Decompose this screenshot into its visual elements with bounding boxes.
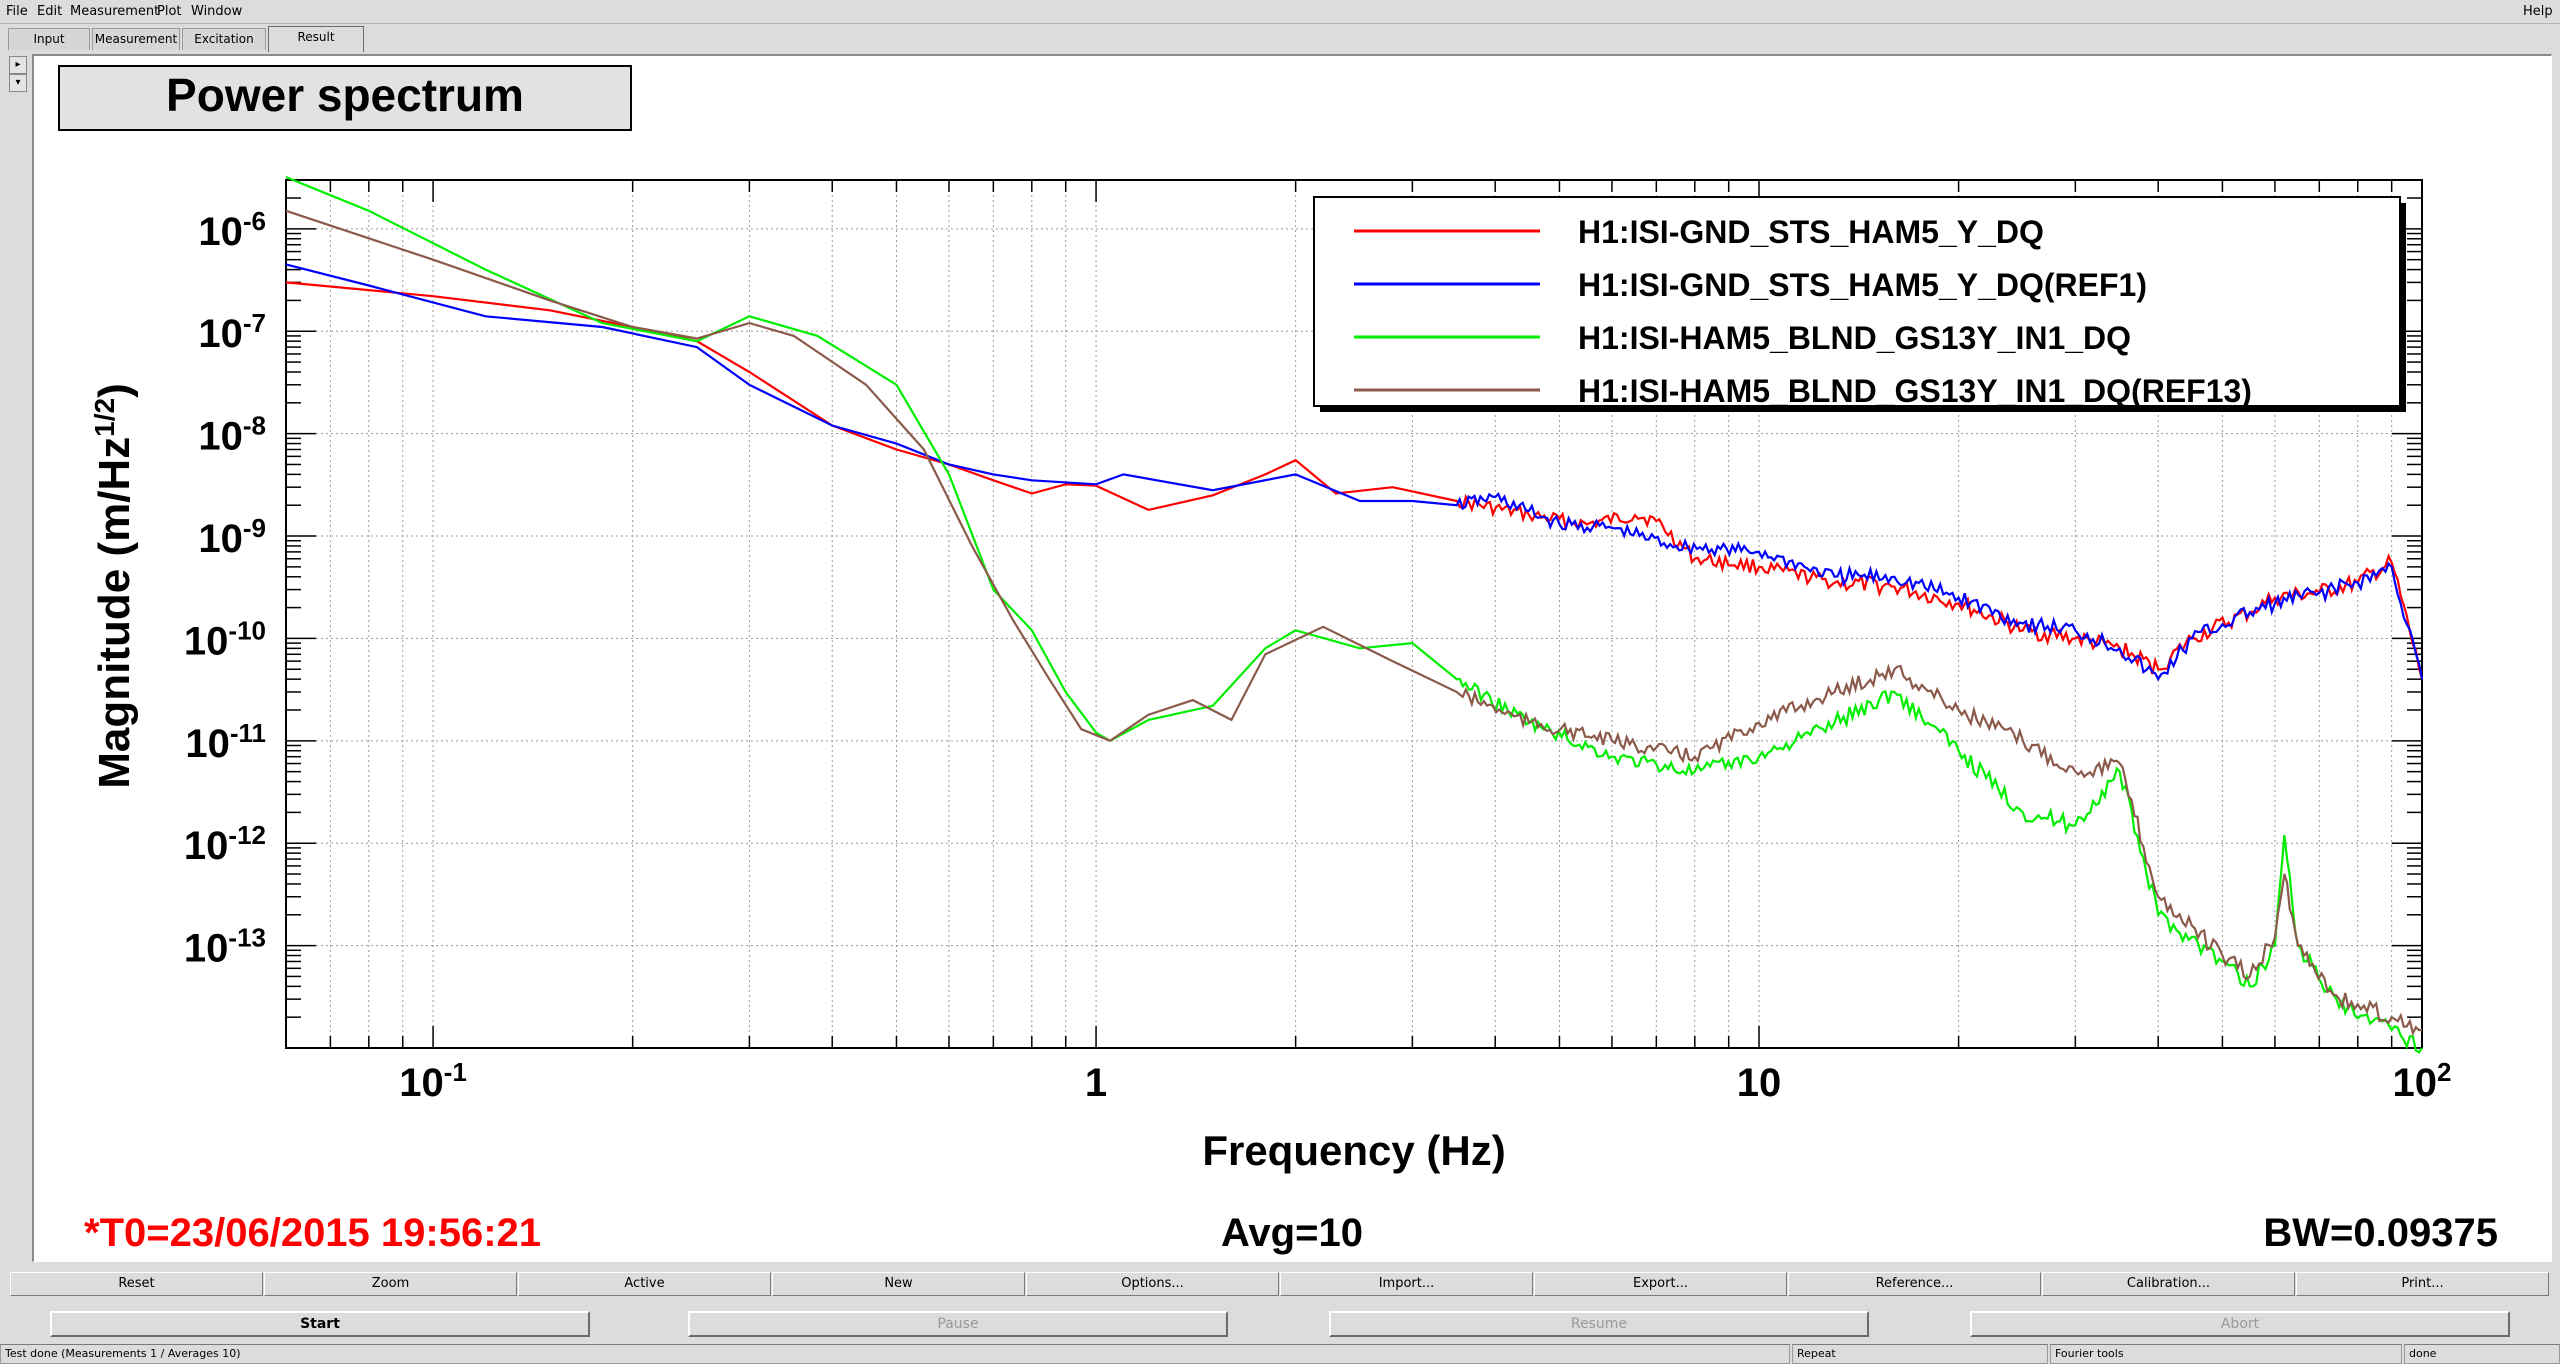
y-tick-label: 10-7 bbox=[198, 308, 266, 356]
legend-label-3: H1:ISI-HAM5_BLND_GS13Y_IN1_DQ bbox=[1578, 320, 2131, 356]
legend-label-4: H1:ISI-HAM5_BLND_GS13Y_IN1_DQ(REF13) bbox=[1578, 373, 2252, 409]
menu-help[interactable]: Help bbox=[2523, 4, 2553, 19]
y-tick-label: 10-12 bbox=[184, 820, 266, 868]
collapse-arrow-icon[interactable]: ▾ bbox=[9, 74, 27, 92]
y-tick-label: 10-13 bbox=[184, 923, 266, 971]
tab-bar: Input Measurement Excitation Result bbox=[0, 26, 2560, 52]
x-tick-label: 10 bbox=[1737, 1061, 1782, 1105]
plot-title: Power spectrum bbox=[166, 69, 524, 121]
plot-canvas[interactable]: Power spectrum 10-1 1 10 102 10-13 10-12 10-11… bbox=[32, 54, 2552, 1262]
abort-button[interactable]: Abort bbox=[1970, 1311, 2510, 1337]
avg-label: Avg=10 bbox=[1221, 1211, 1363, 1255]
tab-excitation[interactable]: Excitation bbox=[182, 28, 266, 50]
status-message: Test done (Measurements 1 / Averages 10) bbox=[0, 1344, 1790, 1364]
calibration-button[interactable]: Calibration... bbox=[2042, 1272, 2295, 1296]
x-axis-label: Frequency (Hz) bbox=[1202, 1127, 1505, 1174]
menu-file[interactable]: File bbox=[6, 4, 28, 19]
run-controls-row: Start Pause Resume Abort bbox=[0, 1311, 2560, 1339]
expand-arrow-icon[interactable]: ▸ bbox=[9, 56, 27, 74]
menu-bar: File Edit Measurement Plot Window Help bbox=[0, 0, 2560, 24]
reset-button[interactable]: Reset bbox=[10, 1272, 263, 1296]
new-button[interactable]: New bbox=[772, 1272, 1025, 1296]
tab-input[interactable]: Input bbox=[8, 28, 90, 50]
x-tick-label: 1 bbox=[1085, 1061, 1107, 1105]
x-tick-label: 102 bbox=[2393, 1057, 2452, 1105]
y-tick-label: 10-9 bbox=[198, 513, 266, 561]
status-state: done bbox=[2404, 1344, 2560, 1364]
status-repeat: Repeat bbox=[1792, 1344, 2048, 1364]
menu-edit[interactable]: Edit bbox=[37, 4, 62, 19]
bw-label: BW=0.09375 bbox=[2263, 1211, 2498, 1255]
export-button[interactable]: Export... bbox=[1534, 1272, 1787, 1296]
plot-svg: Power spectrum 10-1 1 10 10210-1310-1210-11… bbox=[58, 65, 2498, 1255]
import-button[interactable]: Import... bbox=[1280, 1272, 1533, 1296]
menu-measurement[interactable]: Measurement bbox=[70, 4, 159, 19]
tab-measurement[interactable]: Measurement bbox=[92, 28, 180, 50]
menu-plot[interactable]: Plot bbox=[157, 4, 182, 19]
status-fourier: Fourier tools bbox=[2050, 1344, 2402, 1364]
y-tick-label: 10-8 bbox=[198, 411, 266, 459]
print-button[interactable]: Print... bbox=[2296, 1272, 2549, 1296]
resume-button[interactable]: Resume bbox=[1329, 1311, 1869, 1337]
x-tick-label: 10-1 bbox=[399, 1057, 467, 1105]
y-tick-label: 10-11 bbox=[185, 718, 266, 766]
t0-label: *T0=23/06/2015 19:56:21 bbox=[84, 1211, 541, 1255]
menu-window[interactable]: Window bbox=[191, 4, 242, 19]
start-button[interactable]: Start bbox=[50, 1311, 590, 1337]
active-button[interactable]: Active bbox=[518, 1272, 771, 1296]
legend-label-1: H1:ISI-GND_STS_HAM5_Y_DQ bbox=[1578, 214, 2044, 250]
y-tick-label: 10-6 bbox=[198, 206, 266, 254]
legend-label-2: H1:ISI-GND_STS_HAM5_Y_DQ(REF1) bbox=[1578, 267, 2147, 303]
title-box: Power spectrum bbox=[58, 65, 632, 131]
reference-button[interactable]: Reference... bbox=[1788, 1272, 2041, 1296]
options-button[interactable]: Options... bbox=[1026, 1272, 1279, 1296]
pause-button[interactable]: Pause bbox=[688, 1311, 1228, 1337]
y-tick-label: 10-10 bbox=[184, 615, 266, 663]
plot-tools-row: Reset Zoom Active New Options... Import.… bbox=[10, 1272, 2550, 1296]
tab-result[interactable]: Result bbox=[268, 26, 364, 52]
zoom-button[interactable]: Zoom bbox=[264, 1272, 517, 1296]
status-bar: Test done (Measurements 1 / Averages 10)… bbox=[0, 1344, 2560, 1364]
y-axis-label: Magnitude (m/Hz1/2) bbox=[89, 383, 140, 789]
